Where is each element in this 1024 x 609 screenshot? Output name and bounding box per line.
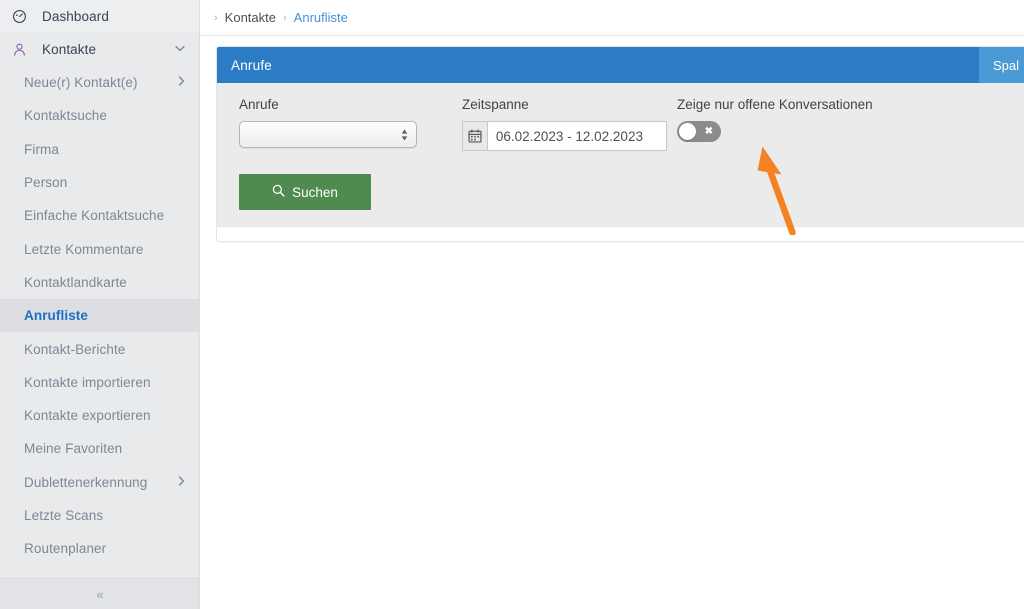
anrufe-label: Anrufe	[239, 97, 279, 112]
offene-konversationen-toggle[interactable]: ✖	[677, 121, 721, 142]
search-icon	[272, 184, 285, 200]
zeitspanne-input[interactable]	[486, 121, 667, 151]
sidebar-item-label: Dublettenerkennung	[24, 474, 148, 490]
sidebar-item-label: Kontakte exportieren	[24, 408, 151, 424]
panel-header-actions: Spal	[978, 47, 1024, 83]
search-button[interactable]: Suchen	[239, 174, 371, 210]
panel-title: Anrufe	[231, 57, 272, 73]
sidebar-item-label: Letzte Scans	[24, 508, 104, 523]
breadcrumb-item-kontakte[interactable]: Kontakte	[225, 10, 276, 25]
sidebar-item-label: Kontakt-Berichte	[24, 341, 126, 357]
sidebar-item-label: Meine Favoriten	[24, 441, 123, 457]
columns-button[interactable]: Spal	[978, 47, 1024, 83]
field-anrufe: Anrufe	[239, 97, 449, 148]
zeitspanne-label: Zeitspanne	[462, 97, 529, 112]
sidebar-item-label: Anrufliste	[24, 308, 89, 324]
offene-konversationen-label: Zeige nur offene Konversationen	[677, 97, 873, 112]
search-form: Anrufe Zeitspanne 06.02.2023 - 12.02.202…	[217, 83, 1024, 227]
anrufe-panel: Anrufe Spal Anrufe Zeitspanne 06.02.2023…	[216, 46, 1024, 242]
form-row: Anrufe Zeitspanne 06.02.2023 - 12.02.202…	[233, 97, 1017, 151]
toggle-knob	[679, 123, 696, 140]
panel-footer	[217, 227, 1024, 241]
sidebar-item-label: Kontakte	[42, 42, 97, 57]
chevron-right-icon: ›	[283, 11, 287, 24]
anrufe-select[interactable]	[239, 121, 417, 148]
sidebar-item-kontakte-exportieren[interactable]: Kontakte exportieren	[0, 399, 199, 432]
sidebar-item-label: Einfache Kontaktsuche	[24, 208, 165, 224]
sidebar-item-kontaktlandkarte[interactable]: Kontaktlandkarte	[0, 266, 199, 299]
sidebar-item-label: Kontaktsuche	[24, 108, 108, 124]
chevron-down-icon	[175, 44, 185, 55]
sidebar-item-label: Dashboard	[42, 9, 109, 24]
chevron-right-icon	[178, 76, 185, 89]
chevron-right-icon: ›	[214, 11, 218, 24]
panel-header: Anrufe Spal	[217, 47, 1024, 83]
anrufe-select-wrapper	[239, 121, 417, 148]
collapse-icon: «	[96, 586, 104, 602]
sidebar-collapse-button[interactable]: «	[0, 578, 199, 609]
zeitspanne-input-group	[462, 121, 667, 151]
sidebar-item-label: Kontakte importieren	[24, 374, 151, 390]
sidebar-item-label: Neue(r) Kontakt(e)	[24, 75, 138, 91]
chevron-right-icon	[178, 476, 185, 489]
sidebar-item-kontaktsuche[interactable]: Kontaktsuche	[0, 99, 199, 132]
person-icon	[12, 42, 34, 57]
sidebar-item-anrufliste[interactable]: Anrufliste	[0, 299, 199, 333]
toggle-off-icon: ✖	[704, 125, 713, 137]
breadcrumb: › Kontakte › Anrufliste	[200, 0, 1024, 36]
sidebar-item-letzte-kommentare[interactable]: Letzte Kommentare	[0, 232, 199, 265]
sidebar-item-firma[interactable]: Firma	[0, 133, 199, 166]
sidebar-item-routenplaner[interactable]: Routenplaner	[0, 532, 199, 565]
field-offene-konversationen: Zeige nur offene Konversationen ✖	[677, 97, 873, 142]
calendar-icon[interactable]	[462, 121, 487, 151]
search-button-label: Suchen	[292, 184, 338, 200]
sidebar-item-label: Firma	[24, 141, 59, 157]
sidebar-item-label: Person	[24, 175, 68, 191]
sidebar: Dashboard Kontakte Neue(r) Kontakt(e) Ko…	[0, 0, 200, 609]
sidebar-nav: Dashboard Kontakte Neue(r) Kontakt(e) Ko…	[0, 0, 199, 565]
main-content: › Kontakte › Anrufliste Anrufe Spal Anru…	[200, 0, 1024, 609]
sidebar-item-dashboard[interactable]: Dashboard	[0, 0, 199, 33]
field-zeitspanne: Zeitspanne	[462, 97, 667, 151]
sidebar-item-meine-favoriten[interactable]: Meine Favoriten	[0, 432, 199, 465]
sidebar-item-kontakte[interactable]: Kontakte	[0, 33, 199, 66]
breadcrumb-item-anrufliste[interactable]: Anrufliste	[294, 10, 348, 25]
sidebar-item-label: Routenplaner	[24, 541, 107, 557]
sidebar-item-kontakte-importieren[interactable]: Kontakte importieren	[0, 366, 199, 399]
gauge-icon	[12, 9, 34, 24]
sidebar-item-einfache-kontaktsuche[interactable]: Einfache Kontaktsuche	[0, 199, 199, 232]
app-root: Dashboard Kontakte Neue(r) Kontakt(e) Ko…	[0, 0, 1024, 609]
sidebar-item-person[interactable]: Person	[0, 166, 199, 199]
sidebar-item-label: Letzte Kommentare	[24, 241, 144, 257]
sidebar-item-kontakt-berichte[interactable]: Kontakt-Berichte	[0, 332, 199, 365]
sidebar-item-neuer-kontakt[interactable]: Neue(r) Kontakt(e)	[0, 66, 199, 99]
sidebar-item-label: Kontaktlandkarte	[24, 274, 127, 290]
sidebar-item-dublettenerkennung[interactable]: Dublettenerkennung	[0, 466, 199, 499]
sidebar-item-letzte-scans[interactable]: Letzte Scans	[0, 499, 199, 532]
